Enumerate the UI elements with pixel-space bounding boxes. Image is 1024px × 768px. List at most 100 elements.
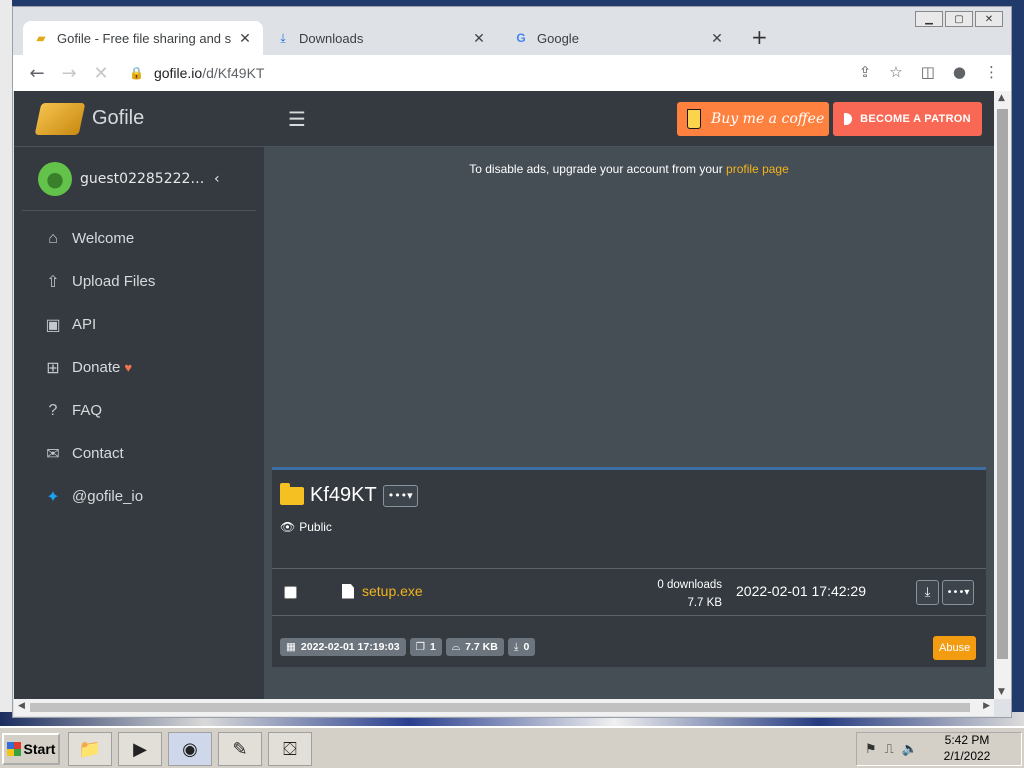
clock[interactable]: 5:42 PM 2/1/2022 — [934, 732, 1000, 764]
buy-me-a-coffee-button[interactable]: Buy me a coffee — [677, 102, 829, 136]
minimize-button[interactable]: ▁ — [915, 11, 943, 27]
folder-meta: ▦ 2022-02-01 17:19:03 ❐ 1 ⌓ 7.7 KB ⤓ 0 — [280, 638, 536, 656]
abuse-button[interactable]: Abuse — [933, 636, 977, 660]
window-controls: ▁ ▢ ✕ — [915, 11, 1003, 27]
sidebar-item-api[interactable]: ▣ API — [14, 303, 264, 346]
new-tab-button[interactable]: + — [751, 25, 768, 49]
twitter-icon: ✦ — [46, 488, 60, 506]
scroll-down-icon[interactable]: ▼ — [998, 687, 1005, 697]
brand-name: Gofile — [92, 107, 145, 129]
eye-icon: 👁 — [280, 520, 296, 534]
envelope-icon: ✉ — [46, 445, 60, 463]
tab-google[interactable]: G Google ✕ — [503, 21, 735, 55]
folder-name: Kf49KT — [310, 484, 377, 506]
close-window-button[interactable]: ✕ — [975, 11, 1003, 27]
reload-button[interactable]: ✕ — [85, 63, 117, 84]
sidebar-item-label: Contact — [72, 445, 124, 462]
share-icon[interactable]: ⇪ — [859, 63, 872, 81]
visibility-label: Public — [299, 520, 332, 534]
windows-logo-icon — [6, 742, 21, 756]
folder-card: Kf49KT •••▾ 👁 Public setup.exe 0 downloa… — [272, 467, 986, 667]
scroll-right-icon[interactable]: ▶ — [983, 701, 990, 711]
profile-page-link[interactable]: profile page — [726, 162, 789, 176]
user-panel[interactable]: guest022852229... ‹ — [22, 147, 256, 211]
size-badge: ⌓ 7.7 KB — [445, 638, 504, 656]
file-options-dropdown[interactable]: •••▾ — [942, 580, 974, 605]
chevron-left-icon[interactable]: ‹ — [214, 171, 220, 187]
sidebar-item-label: Welcome — [72, 230, 135, 247]
created-date: 2022-02-01 17:19:03 — [300, 641, 400, 653]
explorer-icon[interactable]: 📁 — [68, 732, 112, 766]
close-tab-icon[interactable]: ✕ — [471, 30, 487, 47]
folder-options-dropdown[interactable]: •••▾ — [382, 484, 418, 507]
scrollbar-thumb[interactable] — [30, 703, 970, 712]
top-navbar: ☰ Buy me a coffee BECOME A PATRON — [264, 91, 994, 147]
flag-icon[interactable]: ⚑ — [865, 742, 877, 757]
total-size: 7.7 KB — [465, 641, 498, 653]
folder-header: Kf49KT •••▾ — [280, 482, 418, 507]
chrome-icon[interactable]: ◉ — [168, 732, 212, 766]
folder-icon — [280, 482, 304, 505]
download-icon: ⤓ — [280, 30, 286, 45]
sidebar-item-donate[interactable]: ⊞ Donate ♥ — [14, 346, 264, 389]
file-name: setup.exe — [362, 583, 423, 599]
laptop-code-icon: ▣ — [45, 316, 61, 334]
maximize-button[interactable]: ▢ — [945, 11, 973, 27]
taskbar: Start 📁 ▶ ◉ ✎ ⛋ ⚑ ⎍ 🔈 5:42 PM 2/1/2022 — [0, 726, 1024, 768]
hamburger-menu-icon[interactable]: ☰ — [288, 107, 306, 131]
file-icon — [342, 583, 354, 599]
tab-gofile[interactable]: ▰ Gofile - Free file sharing and s ✕ — [23, 21, 263, 55]
network-icon[interactable]: ⎍ — [885, 742, 894, 757]
scroll-left-icon[interactable]: ◀ — [18, 701, 25, 711]
file-link[interactable]: setup.exe — [342, 583, 423, 599]
menu-kebab-icon[interactable]: ⋮ — [984, 63, 999, 81]
download-button[interactable]: ⤓ — [916, 580, 939, 605]
question-icon: ? — [48, 401, 58, 419]
bookmark-star-icon[interactable]: ☆ — [889, 63, 902, 81]
tab-title: Downloads — [299, 30, 364, 46]
notepad-icon[interactable]: ✎ — [218, 732, 262, 766]
total-downloads: 0 — [523, 641, 530, 653]
sidebar: Gofile guest022852229... ‹ ⌂ Welcome ⇧ Upl… — [14, 91, 264, 699]
vertical-scrollbar[interactable]: ▲ ▼ — [994, 91, 1011, 699]
gofile-favicon: ▰ — [36, 31, 46, 45]
scroll-up-icon[interactable]: ▲ — [998, 93, 1005, 103]
desktop-background — [0, 0, 12, 720]
calendar-icon: ▦ — [286, 641, 296, 653]
address-bar[interactable]: 🔒 gofile.io/d/Kf49KT — [129, 61, 869, 85]
file-date: 2022-02-01 17:42:29 — [736, 583, 866, 599]
sidebar-item-contact[interactable]: ✉ Contact — [14, 432, 264, 475]
side-panel-icon[interactable]: ◫ — [921, 63, 935, 81]
app-icon[interactable]: ⛋ — [268, 732, 312, 766]
file-count: 1 — [430, 641, 436, 653]
scrollbar-thumb[interactable] — [997, 109, 1008, 659]
sidebar-item-faq[interactable]: ? FAQ — [14, 389, 264, 432]
clock-date: 2/1/2022 — [943, 749, 991, 763]
horizontal-scrollbar[interactable]: ◀ ▶ — [14, 699, 994, 716]
upload-file-icon: ⇧ — [46, 273, 60, 291]
forward-button[interactable]: → — [53, 63, 85, 84]
tab-title: Gofile - Free file sharing and s — [57, 30, 232, 46]
gift-icon: ⊞ — [46, 359, 60, 377]
back-button[interactable]: ← — [21, 63, 53, 84]
volume-icon[interactable]: 🔈 — [902, 742, 918, 757]
file-select-checkbox[interactable] — [284, 586, 297, 599]
hard-drive-icon: ⌓ — [451, 640, 461, 653]
sidebar-item-upload[interactable]: ⇧ Upload Files — [14, 260, 264, 303]
brand[interactable]: Gofile — [14, 91, 264, 147]
clock-time: 5:42 PM — [944, 733, 990, 747]
close-tab-icon[interactable]: ✕ — [237, 30, 253, 47]
sidebar-item-welcome[interactable]: ⌂ Welcome — [14, 217, 264, 260]
profile-icon[interactable]: ● — [953, 63, 966, 81]
sidebar-item-twitter[interactable]: ✦ @gofile_io — [14, 475, 264, 518]
sidebar-item-label: API — [72, 316, 97, 333]
home-icon: ⌂ — [48, 229, 58, 247]
become-patron-button[interactable]: BECOME A PATRON — [833, 102, 982, 136]
start-button[interactable]: Start — [2, 733, 60, 765]
browser-toolbar: ← → ✕ 🔒 gofile.io/d/Kf49KT ⇪ ☆ ◫ ● ⋮ — [13, 55, 1011, 91]
close-tab-icon[interactable]: ✕ — [709, 30, 725, 47]
tab-strip: ▰ Gofile - Free file sharing and s ✕ ⤓ D… — [13, 7, 1011, 55]
heart-icon: ♥ — [124, 360, 133, 375]
media-player-icon[interactable]: ▶ — [118, 732, 162, 766]
tab-downloads[interactable]: ⤓ Downloads ✕ — [265, 21, 497, 55]
